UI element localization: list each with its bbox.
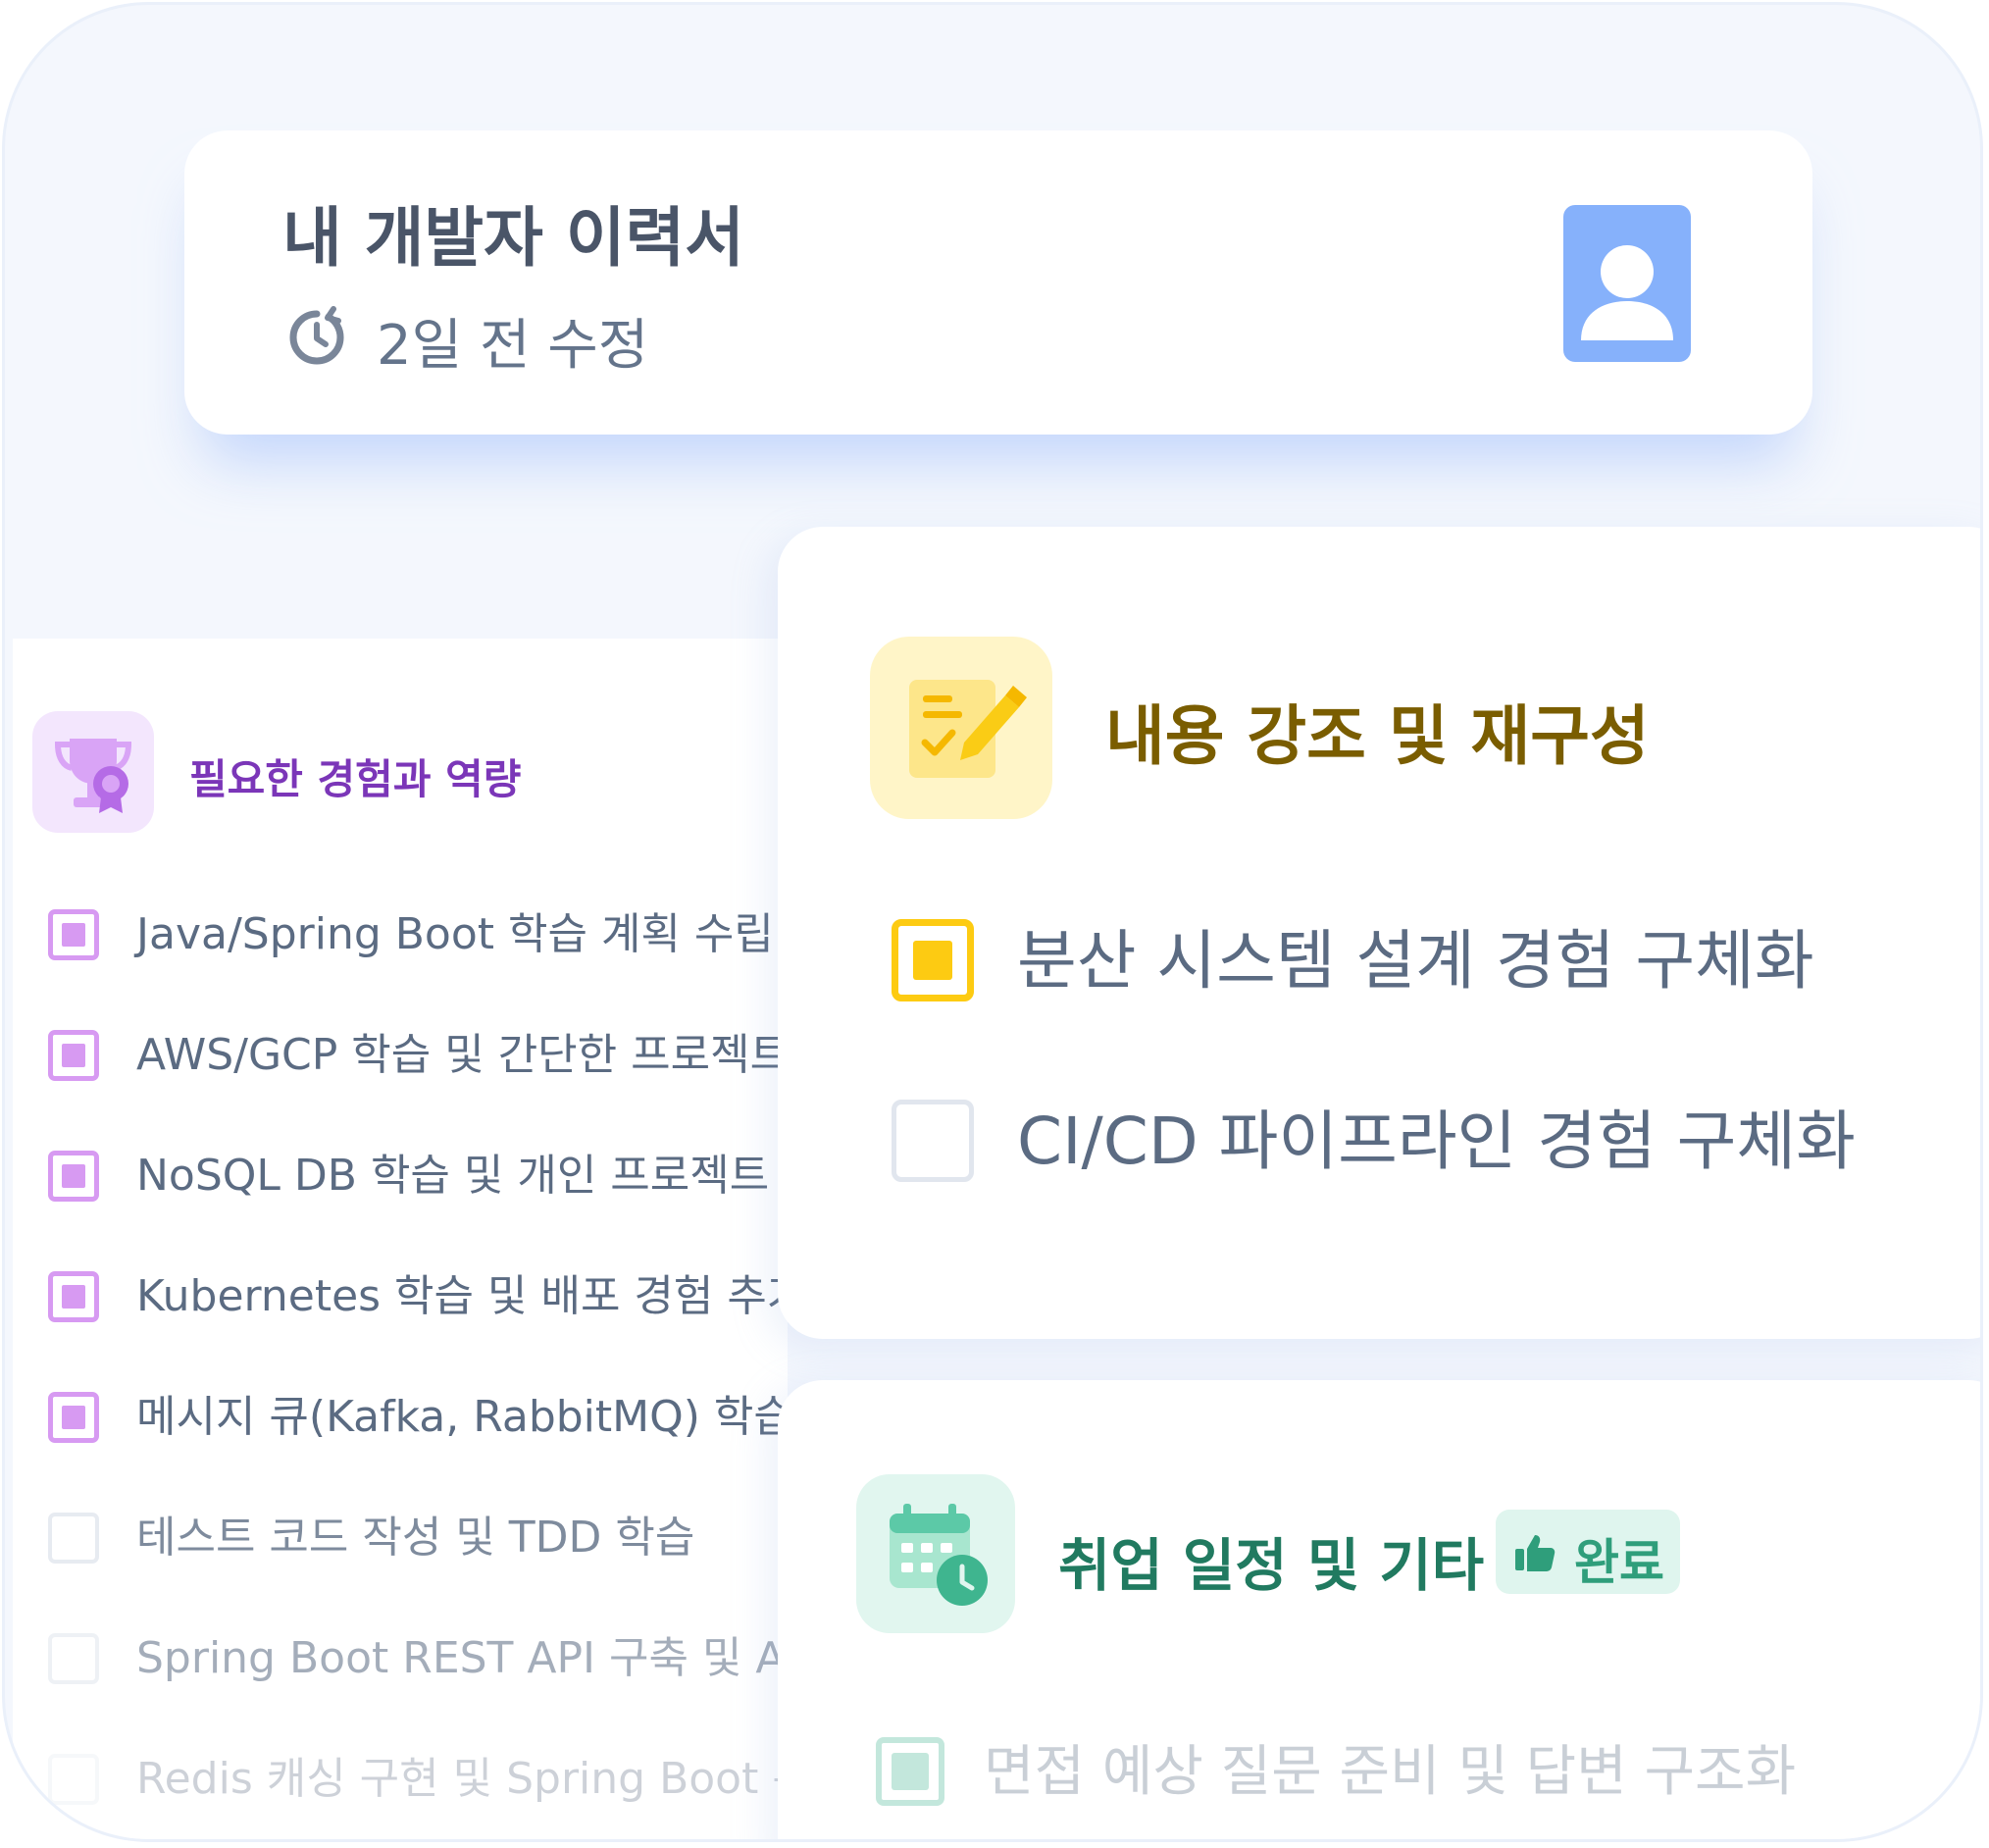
checkbox-unchecked[interactable] (48, 1754, 99, 1805)
skill-item[interactable]: AWS/GCP 학습 및 간단한 프로젝트 배 (48, 1024, 843, 1093)
skill-item-label: AWS/GCP 학습 및 간단한 프로젝트 배 (136, 1030, 843, 1080)
emphasis-task-item[interactable]: CI/CD 파이프라인 경험 구체화 (892, 1098, 1970, 1186)
skill-item-label: Spring Boot REST API 구축 및 AWS (136, 1633, 853, 1683)
checkbox-checked[interactable] (876, 1737, 944, 1806)
emphasis-task-item[interactable]: 분산 시스템 설계 경험 구체화 (892, 917, 1970, 1005)
skill-item[interactable]: NoSQL DB 학습 및 개인 프로젝트 경험 (48, 1145, 862, 1213)
skills-panel-title: 필요한 경험과 역량 (189, 755, 522, 803)
calendar-clock-icon (890, 1504, 988, 1606)
page-title: 내 개발자 이력서 (282, 200, 744, 276)
checkbox-checked[interactable] (892, 919, 974, 1001)
skill-item[interactable]: 테스트 코드 작성 및 TDD 학습 (48, 1507, 823, 1575)
checkbox-checked[interactable] (48, 1392, 99, 1443)
skills-panel: 필요한 경험과 역량 Java/Spring Boot 학습 계획 수립 및 A… (13, 639, 862, 1839)
emphasis-task-label: CI/CD 파이프라인 경험 구체화 (1017, 1104, 1856, 1179)
calendar-clock-icon-box (856, 1474, 1015, 1633)
skill-item-label: Kubernetes 학습 및 배포 경험 추가 (136, 1271, 807, 1321)
trophy-icon-box (32, 711, 154, 833)
job-schedule-panel: 취업 일정 및 기타 완료 면접 예상 질문 준비 및 답변 구조화 (778, 1380, 1980, 1839)
skill-item[interactable]: Spring Boot REST API 구축 및 AWS (48, 1627, 853, 1696)
skill-item-label: 테스트 코드 작성 및 TDD 학습 (136, 1513, 695, 1563)
skill-item[interactable]: Kubernetes 학습 및 배포 경험 추가 (48, 1265, 823, 1334)
checkbox-unchecked[interactable] (892, 1100, 974, 1182)
checkbox-unchecked[interactable] (48, 1633, 99, 1684)
checkbox-unchecked[interactable] (48, 1513, 99, 1564)
thumbs-up-icon (1515, 1535, 1556, 1571)
checkbox-checked[interactable] (48, 1030, 99, 1081)
status-badge-label: 완료 (1574, 1534, 1664, 1591)
job-task-label: 면접 예상 질문 준비 및 답변 구조화 (984, 1740, 1797, 1804)
skill-item[interactable]: Java/Spring Boot 학습 계획 수립 및 (48, 903, 827, 972)
resume-header-card[interactable]: 내 개발자 이력서 2일 전 수정 (184, 130, 1812, 435)
status-badge: 완료 (1496, 1510, 1680, 1594)
skill-item[interactable]: 메시지 큐(Kafka, RabbitMQ) 학습 및 (48, 1386, 846, 1455)
skill-item[interactable]: Redis 캐싱 구현 및 Spring Boot 통합 (48, 1748, 851, 1817)
checkbox-checked[interactable] (48, 1271, 99, 1322)
checkbox-checked[interactable] (48, 1151, 99, 1202)
emphasis-panel: 내용 강조 및 재구성 분산 시스템 설계 경험 구체화 CI/CD 파이프라인… (778, 527, 1980, 1339)
edit-document-icon-box (870, 637, 1052, 819)
job-schedule-panel-title: 취업 일정 및 기타 (1058, 1532, 1485, 1599)
checkbox-checked[interactable] (48, 909, 99, 960)
last-modified-text: 2일 전 수정 (377, 314, 649, 378)
edit-document-icon (909, 680, 1027, 778)
app-frame: 내 개발자 이력서 2일 전 수정 필요한 경험과 역량 Java/Spring… (2, 2, 1983, 1842)
emphasis-task-label: 분산 시스템 설계 경험 구체화 (1017, 923, 1814, 999)
skill-item-label: Redis 캐싱 구현 및 Spring Boot 통합 (136, 1754, 852, 1804)
emphasis-panel-title: 내용 강조 및 재구성 (1105, 698, 1650, 774)
profile-card-icon[interactable] (1563, 205, 1691, 362)
skill-item-label: Java/Spring Boot 학습 계획 수립 및 (136, 909, 828, 959)
trophy-icon (54, 739, 132, 813)
skill-item-label: NoSQL DB 학습 및 개인 프로젝트 경험 (136, 1151, 863, 1201)
job-task-item[interactable]: 면접 예상 질문 준비 및 답변 구조화 (876, 1733, 1955, 1812)
skill-item-label: 메시지 큐(Kafka, RabbitMQ) 학습 및 (136, 1392, 847, 1442)
history-icon (289, 306, 344, 365)
